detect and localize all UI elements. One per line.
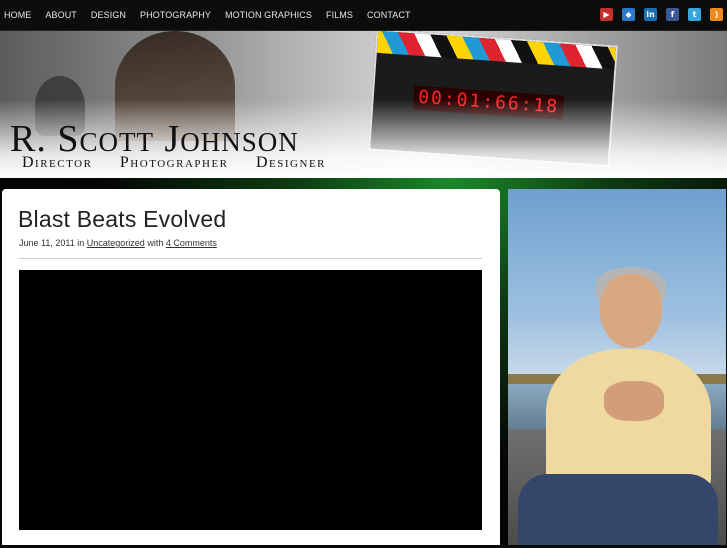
linkedin-icon[interactable]: in [644, 8, 657, 21]
video-player[interactable] [19, 270, 482, 530]
header-banner: 00:01:66:18 R. Scott Johnson Director Ph… [0, 31, 727, 179]
post-in-label: in [77, 238, 85, 248]
nav-about[interactable]: ABOUT [45, 10, 77, 20]
nav-films[interactable]: FILMS [326, 10, 353, 20]
nav-links: HOME ABOUT DESIGN PHOTOGRAPHY MOTION GRA… [4, 0, 425, 30]
delicious-icon[interactable]: ◆ [622, 8, 635, 21]
youtube-icon[interactable]: ▶ [600, 8, 613, 21]
rss-icon[interactable]: ) [710, 8, 723, 21]
post-excerpt [19, 538, 482, 548]
twitter-icon[interactable]: t [688, 8, 701, 21]
post-title[interactable]: Blast Beats Evolved [18, 206, 226, 233]
photo-person-head [600, 274, 662, 348]
post-divider [19, 258, 482, 259]
nav-contact[interactable]: CONTACT [367, 10, 411, 20]
post-date: June 11, 2011 [19, 238, 75, 248]
photo-person-hands [604, 381, 664, 421]
photo-person-jeans [518, 474, 718, 545]
social-links: ▶ ◆ in f t ) [600, 8, 723, 21]
post-comments-link[interactable]: 4 Comments [166, 238, 217, 248]
facebook-icon[interactable]: f [666, 8, 679, 21]
site-tagline: Director Photographer Designer [22, 154, 327, 171]
post-with-label: with [147, 238, 164, 248]
post-meta: June 11, 2011 in Uncategorized with 4 Co… [19, 238, 217, 248]
nav-home[interactable]: HOME [4, 10, 31, 20]
nav-photography[interactable]: PHOTOGRAPHY [140, 10, 211, 20]
clapperboard-stripes [376, 31, 616, 70]
sidebar-portrait-photo [508, 189, 726, 545]
post-category-link[interactable]: Uncategorized [87, 238, 145, 248]
nav-motion-graphics[interactable]: MOTION GRAPHICS [225, 10, 312, 20]
nav-design[interactable]: DESIGN [91, 10, 126, 20]
top-navigation: HOME ABOUT DESIGN PHOTOGRAPHY MOTION GRA… [0, 0, 727, 31]
